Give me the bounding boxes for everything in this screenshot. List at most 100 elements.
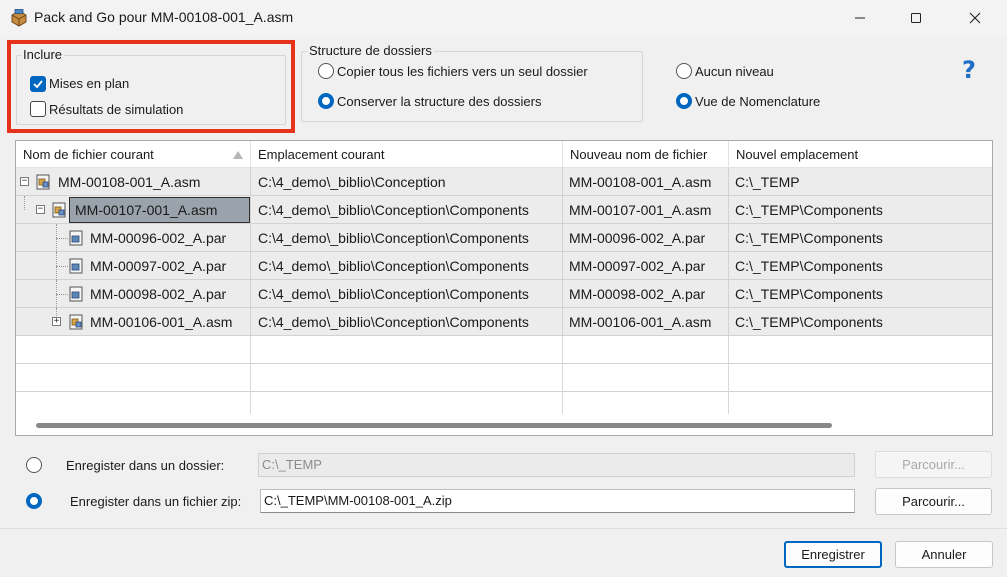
save-to-folder-radio[interactable]	[26, 457, 42, 473]
new-name-cell[interactable]: MM-00096-002_A.par	[563, 224, 729, 252]
empty-cell	[251, 392, 563, 414]
tree-line	[56, 266, 68, 267]
close-button[interactable]	[952, 0, 998, 36]
part-file-icon	[69, 258, 83, 274]
empty-cell	[16, 336, 251, 364]
assembly-file-icon	[36, 174, 50, 190]
horizontal-scrollbar-thumb[interactable]	[36, 423, 832, 428]
copy-single-folder-label[interactable]: Copier tous les fichiers vers un seul do…	[337, 64, 588, 79]
keep-folder-structure-radio[interactable]	[318, 93, 334, 109]
empty-cell	[563, 364, 729, 392]
new-location-cell[interactable]: C:\_TEMP\Components	[729, 196, 992, 224]
column-header-current-location[interactable]: Emplacement courant	[251, 141, 563, 168]
new-location-cell[interactable]: C:\_TEMP\Components	[729, 224, 992, 252]
maximize-icon	[911, 13, 921, 23]
help-icon[interactable]: ?	[962, 56, 976, 84]
title-bar: Pack and Go pour MM-00108-001_A.asm	[0, 0, 1007, 36]
part-file-icon	[69, 286, 83, 302]
column-header-new-location[interactable]: Nouvel emplacement	[729, 141, 992, 168]
location-cell: C:\4_demo\_biblio\Conception	[251, 168, 563, 196]
new-name-cell[interactable]: MM-00097-002_A.par	[563, 252, 729, 280]
no-level-radio[interactable]	[676, 63, 692, 79]
include-highlight-frame	[7, 40, 295, 133]
save-to-folder-label[interactable]: Enregister dans un dossier:	[66, 458, 224, 473]
column-header-new-name[interactable]: Nouveau nom de fichier	[563, 141, 729, 168]
table-header: Nom de fichier courant Emplacement coura…	[16, 141, 992, 168]
empty-cell	[16, 392, 251, 414]
assembly-file-icon	[69, 314, 83, 330]
file-name: MM-00097-002_A.par	[90, 258, 227, 274]
new-name-cell[interactable]: MM-00108-001_A.asm	[563, 168, 729, 196]
table-row[interactable]: MM-00098-002_A.par C:\4_demo\_biblio\Con…	[16, 280, 992, 308]
window-title: Pack and Go pour MM-00108-001_A.asm	[34, 9, 294, 25]
file-name: MM-00108-001_A.asm	[58, 174, 201, 190]
table-row[interactable]: − MM-00108-001_A.asm C:\4_demo\_biblio\C…	[16, 168, 992, 196]
new-name-cell[interactable]: MM-00098-002_A.par	[563, 280, 729, 308]
table-row[interactable]: MM-00097-002_A.par C:\4_demo\_biblio\Con…	[16, 252, 992, 280]
file-name: MM-00106-001_A.asm	[90, 314, 233, 330]
new-location-cell[interactable]: C:\_TEMP\Components	[729, 308, 992, 336]
folder-structure-group-label: Structure de dossiers	[307, 43, 434, 58]
new-location-cell[interactable]: C:\_TEMP\Components	[729, 280, 992, 308]
empty-cell	[16, 364, 251, 392]
file-table: Nom de fichier courant Emplacement coura…	[15, 140, 993, 436]
file-name: MM-00096-002_A.par	[90, 230, 227, 246]
zip-path-field[interactable]: C:\_TEMP\MM-00108-001_A.zip	[260, 489, 855, 513]
empty-row	[16, 336, 992, 364]
collapse-toggle[interactable]: −	[36, 205, 45, 214]
save-to-zip-radio[interactable]	[26, 493, 42, 509]
sort-ascending-icon	[233, 151, 243, 159]
new-location-cell[interactable]: C:\_TEMP	[729, 168, 992, 196]
empty-cell	[251, 364, 563, 392]
location-cell: C:\4_demo\_biblio\Conception\Components	[251, 224, 563, 252]
copy-single-folder-radio[interactable]	[318, 63, 334, 79]
collapse-toggle[interactable]: −	[20, 177, 29, 186]
tree-line	[24, 196, 25, 210]
empty-row	[16, 364, 992, 392]
column-header-label: Nom de fichier courant	[23, 147, 154, 162]
expand-toggle[interactable]: +	[52, 317, 61, 326]
name-cell: MM-00097-002_A.par	[16, 252, 251, 280]
save-to-zip-label[interactable]: Enregister dans un fichier zip:	[70, 494, 241, 509]
minimize-button[interactable]	[837, 0, 883, 36]
pack-and-go-icon	[11, 9, 27, 27]
empty-row	[16, 392, 992, 414]
empty-cell	[251, 336, 563, 364]
file-name: MM-00098-002_A.par	[90, 286, 227, 302]
no-level-label[interactable]: Aucun niveau	[695, 64, 774, 79]
new-name-cell[interactable]: MM-00107-001_A.asm	[563, 196, 729, 224]
keep-folder-structure-label[interactable]: Conserver la structure des dossiers	[337, 94, 541, 109]
cancel-button[interactable]: Annuler	[895, 541, 993, 568]
table-row[interactable]: − MM-00107-001_A.asm C:\4_demo\_biblio\C…	[16, 196, 992, 224]
folder-path-field: C:\_TEMP	[258, 453, 855, 477]
empty-cell	[563, 336, 729, 364]
bom-view-radio[interactable]	[676, 93, 692, 109]
footer-separator	[0, 528, 1007, 529]
name-cell: − MM-00108-001_A.asm	[16, 168, 251, 196]
name-cell: MM-00096-002_A.par	[16, 224, 251, 252]
maximize-button[interactable]	[893, 0, 939, 36]
browse-zip-button[interactable]: Parcourir...	[875, 488, 992, 515]
close-icon	[969, 12, 981, 24]
save-button[interactable]: Enregistrer	[784, 541, 882, 568]
bom-view-label[interactable]: Vue de Nomenclature	[695, 94, 820, 109]
location-cell: C:\4_demo\_biblio\Conception\Components	[251, 196, 563, 224]
name-cell: MM-00098-002_A.par	[16, 280, 251, 308]
file-name-selected: MM-00107-001_A.asm	[69, 197, 250, 223]
tree-line	[56, 238, 68, 239]
minimize-icon	[855, 17, 865, 19]
name-cell: + MM-00106-001_A.asm	[16, 308, 251, 336]
location-cell: C:\4_demo\_biblio\Conception\Components	[251, 308, 563, 336]
folder-structure-group	[301, 51, 643, 122]
location-cell: C:\4_demo\_biblio\Conception\Components	[251, 252, 563, 280]
location-cell: C:\4_demo\_biblio\Conception\Components	[251, 280, 563, 308]
column-header-current-name[interactable]: Nom de fichier courant	[16, 141, 251, 168]
name-cell: − MM-00107-001_A.asm	[16, 196, 251, 224]
new-name-cell[interactable]: MM-00106-001_A.asm	[563, 308, 729, 336]
table-row[interactable]: + MM-00106-001_A.asm C:\4_demo\_biblio\C…	[16, 308, 992, 336]
empty-cell	[563, 392, 729, 414]
new-location-cell[interactable]: C:\_TEMP\Components	[729, 252, 992, 280]
table-row[interactable]: MM-00096-002_A.par C:\4_demo\_biblio\Con…	[16, 224, 992, 252]
part-file-icon	[69, 230, 83, 246]
browse-folder-button: Parcourir...	[875, 451, 992, 478]
